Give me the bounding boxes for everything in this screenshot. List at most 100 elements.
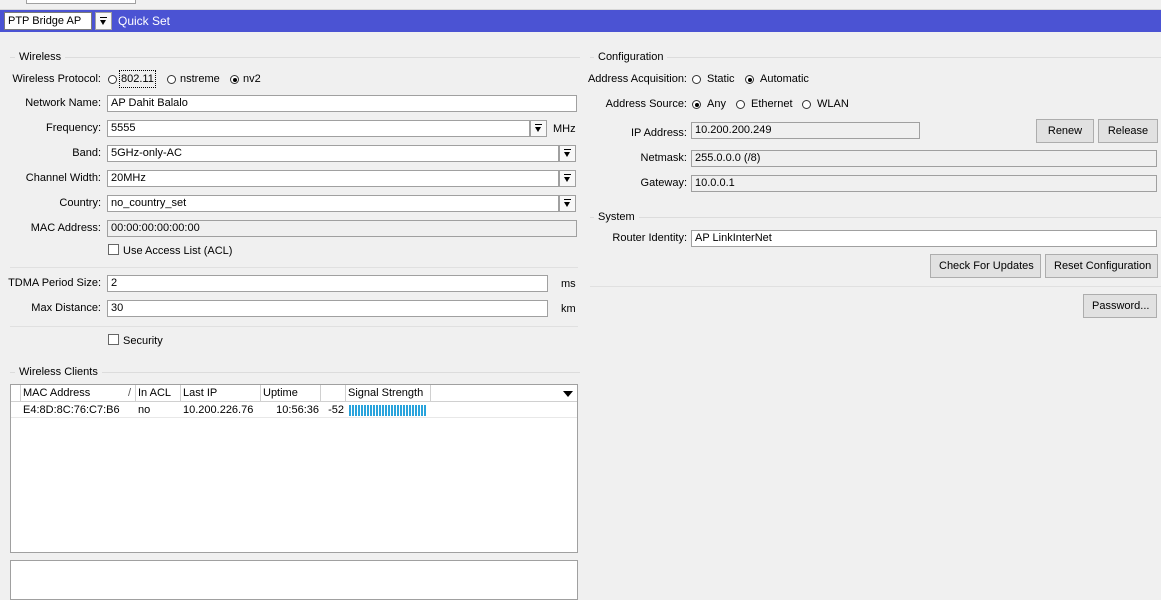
acq-radio-static[interactable] [692,75,701,84]
top-strip [0,0,1161,10]
acl-checkbox[interactable] [108,244,119,255]
channel-width-label: Channel Width: [25,172,101,184]
system-separator [590,286,1161,287]
source-option-any[interactable]: Any [707,96,726,112]
source-radio-any[interactable] [692,100,701,109]
signal-bar-segment [370,405,372,416]
protocol-radio-80211[interactable] [108,75,117,84]
column-header-signal[interactable] [321,385,346,402]
signal-bar-segment [376,405,378,416]
acq-option-automatic[interactable]: Automatic [760,71,809,87]
signal-bar-segment [406,405,408,416]
acq-option-static[interactable]: Static [707,71,735,87]
column-header-filler [431,385,559,402]
signal-bar-segment [373,405,375,416]
signal-bar-segment [358,405,360,416]
protocol-option-nstreme[interactable]: nstreme [180,71,220,87]
chevron-down-icon [563,199,572,208]
frequency-input[interactable]: 5555 [107,120,530,137]
identity-input[interactable]: AP LinkInterNet [691,230,1157,247]
signal-bar-segment [397,405,399,416]
signal-bar-segment [409,405,411,416]
column-header-last-ip[interactable]: Last IP [181,385,261,402]
source-label: Address Source: [605,98,687,110]
column-header-uptime[interactable]: Uptime [261,385,321,402]
chevron-down-icon [563,174,572,183]
source-option-wlan[interactable]: WLAN [817,96,849,112]
columns-menu-button[interactable] [559,385,577,402]
identity-label: Router Identity: [612,232,687,244]
signal-bar-segment [415,405,417,416]
signal-bar-segment [355,405,357,416]
chevron-down-icon [563,149,572,158]
renew-button[interactable]: Renew [1036,119,1094,143]
acl-label[interactable]: Use Access List (ACL) [123,243,232,259]
column-header-in-acl[interactable]: In ACL [136,385,181,402]
password-button[interactable]: Password... [1083,294,1157,318]
signal-bar-segment [403,405,405,416]
ip-label: IP Address: [630,127,687,139]
band-select[interactable]: 5GHz-only-AC [107,145,559,162]
channel-width-select[interactable]: 20MHz [107,170,559,187]
network-name-label: Network Name: [25,97,101,109]
signal-bar-segment [391,405,393,416]
signal-bar-segment [349,405,351,416]
signal-bar-segment [352,405,354,416]
release-button[interactable]: Release [1098,119,1158,143]
acq-label: Address Acquisition: [587,73,687,85]
column-header-signal-strength[interactable]: Signal Strength [346,385,431,402]
cell-last-ip: 10.200.226.76 [183,404,254,416]
top-cutoff-control [26,0,136,4]
protocol-option-80211[interactable]: 802.11 [119,70,156,88]
wireless-clients-table[interactable]: MAC Address / In ACL Last IP Uptime Sign… [10,384,578,553]
max-distance-unit: km [561,303,576,315]
signal-bar-segment [361,405,363,416]
max-distance-input[interactable]: 30 [107,300,548,317]
tdma-input[interactable]: 2 [107,275,548,292]
acq-radio-automatic[interactable] [745,75,754,84]
netmask-label: Netmask: [640,152,687,164]
mac-label: MAC Address: [30,222,101,234]
signal-bar-segment [421,405,423,416]
channel-width-dropdown-button[interactable] [559,170,576,187]
clients-group-title: Wireless Clients [15,365,102,379]
signal-bar-segment [424,405,426,416]
security-label[interactable]: Security [123,333,163,349]
mode-select[interactable]: PTP Bridge AP [4,12,92,30]
protocol-option-nv2[interactable]: nv2 [243,71,261,87]
country-dropdown-button[interactable] [559,195,576,212]
signal-bar-segment [379,405,381,416]
signal-bar-segment [400,405,402,416]
source-radio-ethernet[interactable] [736,100,745,109]
max-distance-label: Max Distance: [31,302,101,314]
security-checkbox[interactable] [108,334,119,345]
cell-in-acl: no [138,404,151,416]
mode-dropdown-button[interactable] [95,12,112,30]
band-dropdown-button[interactable] [559,145,576,162]
protocol-radio-nstreme[interactable] [167,75,176,84]
country-select[interactable]: no_country_set [107,195,559,212]
column-header-selector[interactable] [11,385,21,402]
protocol-radio-nv2[interactable] [230,75,239,84]
cell-mac: E4:8D:8C:76:C7:B6 [23,404,120,416]
chevron-down-icon [534,124,543,133]
signal-strength-bar [349,405,426,416]
signal-bar-segment [394,405,396,416]
column-header-mac[interactable]: MAC Address / [21,385,136,402]
signal-bar-segment [385,405,387,416]
network-name-input[interactable]: AP Dahit Balalo [107,95,577,112]
protocol-label: Wireless Protocol: [12,73,101,85]
mac-field: 00:00:00:00:00:00 [107,220,577,237]
wireless-group-title: Wireless [15,50,66,64]
band-label: Band: [72,147,101,159]
column-header-mac-label: MAC Address [23,387,91,399]
source-radio-wlan[interactable] [802,100,811,109]
frequency-dropdown-button[interactable] [530,120,547,137]
signal-bar-segment [364,405,366,416]
reset-configuration-button[interactable]: Reset Configuration [1045,254,1158,278]
check-updates-button[interactable]: Check For Updates [930,254,1041,278]
signal-bar-segment [418,405,420,416]
table-row[interactable]: E4:8D:8C:76:C7:B6 no 10.200.226.76 10:56… [11,402,577,418]
tdma-label: TDMA Period Size: [8,277,101,289]
source-option-ethernet[interactable]: Ethernet [751,96,793,112]
